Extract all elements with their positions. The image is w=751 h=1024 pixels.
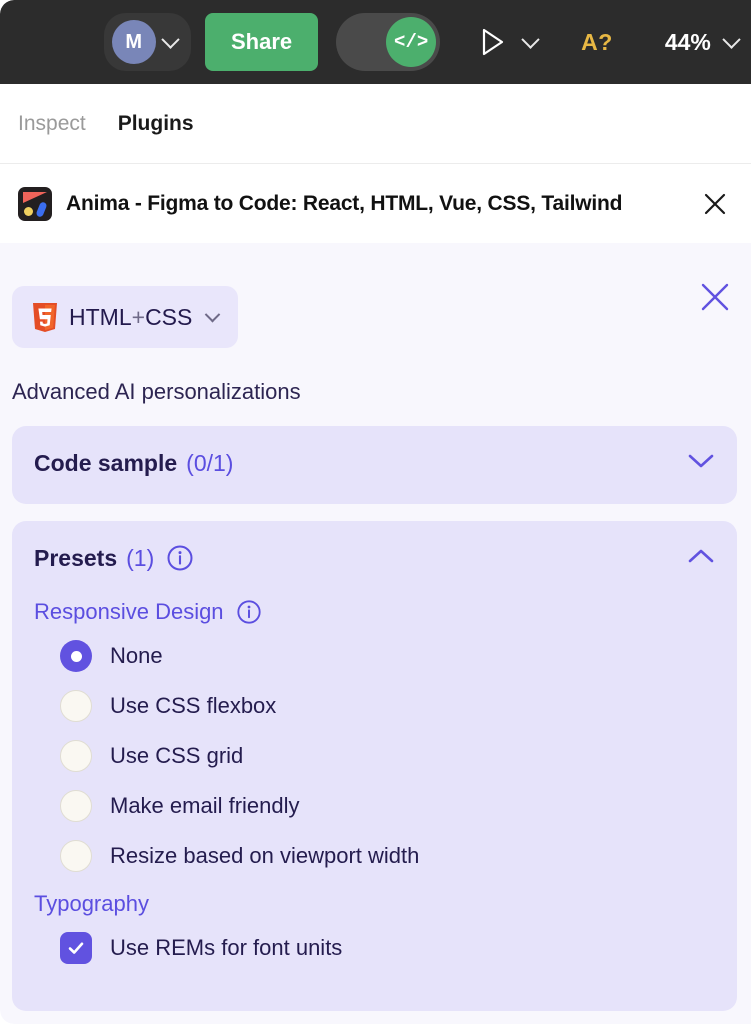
language-label: HTML+CSS [69, 303, 193, 330]
option-label: None [110, 643, 163, 668]
zoom-menu-button[interactable]: 44% [664, 28, 741, 56]
html5-icon [33, 303, 57, 332]
anima-logo-icon [18, 187, 52, 221]
radio-option-css-grid[interactable]: Use CSS grid [12, 731, 737, 781]
language-select-chip[interactable]: HTML+CSS [12, 286, 239, 348]
responsive-design-options: None Use CSS flexbox Use CSS grid Make e… [12, 631, 737, 881]
info-circle-icon[interactable] [236, 599, 262, 625]
radio-indicator[interactable] [60, 840, 92, 872]
top-toolbar: M Share </> A? 44% [0, 0, 751, 84]
chevron-down-icon[interactable] [161, 29, 180, 49]
play-triangle-icon[interactable] [480, 27, 506, 57]
check-icon [68, 942, 84, 954]
presets-card: Presets (1) Responsive Design None Use C… [12, 521, 737, 1011]
option-label: Use CSS flexbox [110, 693, 277, 718]
close-icon [701, 283, 729, 311]
present-group [480, 27, 540, 57]
radio-indicator[interactable] [60, 790, 92, 822]
radio-option-css-flexbox[interactable]: Use CSS flexbox [12, 681, 737, 731]
typography-options: Use REMs for font units [12, 923, 737, 973]
code-sample-header[interactable]: Code sample (0/1) [12, 426, 737, 500]
presets-title: Presets [34, 544, 118, 571]
group-label-responsive-design: Responsive Design [34, 599, 737, 625]
info-circle-icon[interactable] [166, 544, 194, 572]
panel-tabbar: Inspect Plugins [0, 84, 751, 164]
chevron-down-icon[interactable] [722, 29, 741, 49]
code-sample-card: Code sample (0/1) [12, 426, 737, 504]
chevron-down-icon[interactable] [205, 306, 221, 322]
option-label: Use REMs for font units [110, 935, 343, 960]
plugin-body: HTML+CSS Advanced AI personalizations Co… [0, 243, 751, 1024]
checkbox-option-use-rems[interactable]: Use REMs for font units [12, 923, 737, 973]
option-label: Resize based on viewport width [110, 843, 420, 868]
annotate-button[interactable]: A? [581, 29, 613, 56]
zoom-level-label: 44% [664, 28, 711, 55]
radio-indicator[interactable] [60, 690, 92, 722]
chevron-up-icon[interactable] [687, 547, 715, 570]
share-button[interactable]: Share [205, 13, 319, 71]
figma-plugin-window: M Share </> A? 44% Inspect Plugins Anima… [0, 0, 751, 1024]
plugin-header: Anima - Figma to Code: React, HTML, Vue,… [0, 165, 751, 243]
avatar-menu-button[interactable]: M [104, 13, 191, 71]
presets-header[interactable]: Presets (1) [12, 521, 737, 595]
radio-indicator[interactable] [60, 740, 92, 772]
chevron-down-icon[interactable] [687, 452, 715, 475]
avatar: M [112, 20, 156, 64]
radio-option-none[interactable]: None [12, 631, 737, 681]
radio-option-viewport-width[interactable]: Resize based on viewport width [12, 831, 737, 881]
close-icon [704, 193, 726, 215]
presets-count: (1) [126, 544, 155, 571]
checkbox-indicator[interactable] [60, 932, 92, 964]
code-brackets-icon: </> [386, 17, 437, 67]
plugin-title: Anima - Figma to Code: React, HTML, Vue,… [66, 192, 623, 215]
group-label-typography: Typography [34, 891, 149, 916]
option-label: Make email friendly [110, 793, 300, 818]
code-sample-count: (0/1) [186, 449, 234, 476]
advanced-personalizations-label: Advanced AI personalizations [12, 379, 301, 404]
code-sample-title: Code sample [34, 449, 178, 476]
radio-option-email-friendly[interactable]: Make email friendly [12, 781, 737, 831]
plugin-close-button[interactable] [697, 186, 733, 222]
tab-plugins[interactable]: Plugins [118, 112, 194, 136]
option-label: Use CSS grid [110, 743, 244, 768]
tab-inspect[interactable]: Inspect [18, 112, 86, 136]
chevron-down-icon[interactable] [521, 29, 540, 49]
radio-indicator[interactable] [60, 640, 92, 672]
dev-mode-toggle[interactable]: </> [336, 13, 441, 71]
plugin-panel-close-button[interactable] [695, 277, 735, 317]
